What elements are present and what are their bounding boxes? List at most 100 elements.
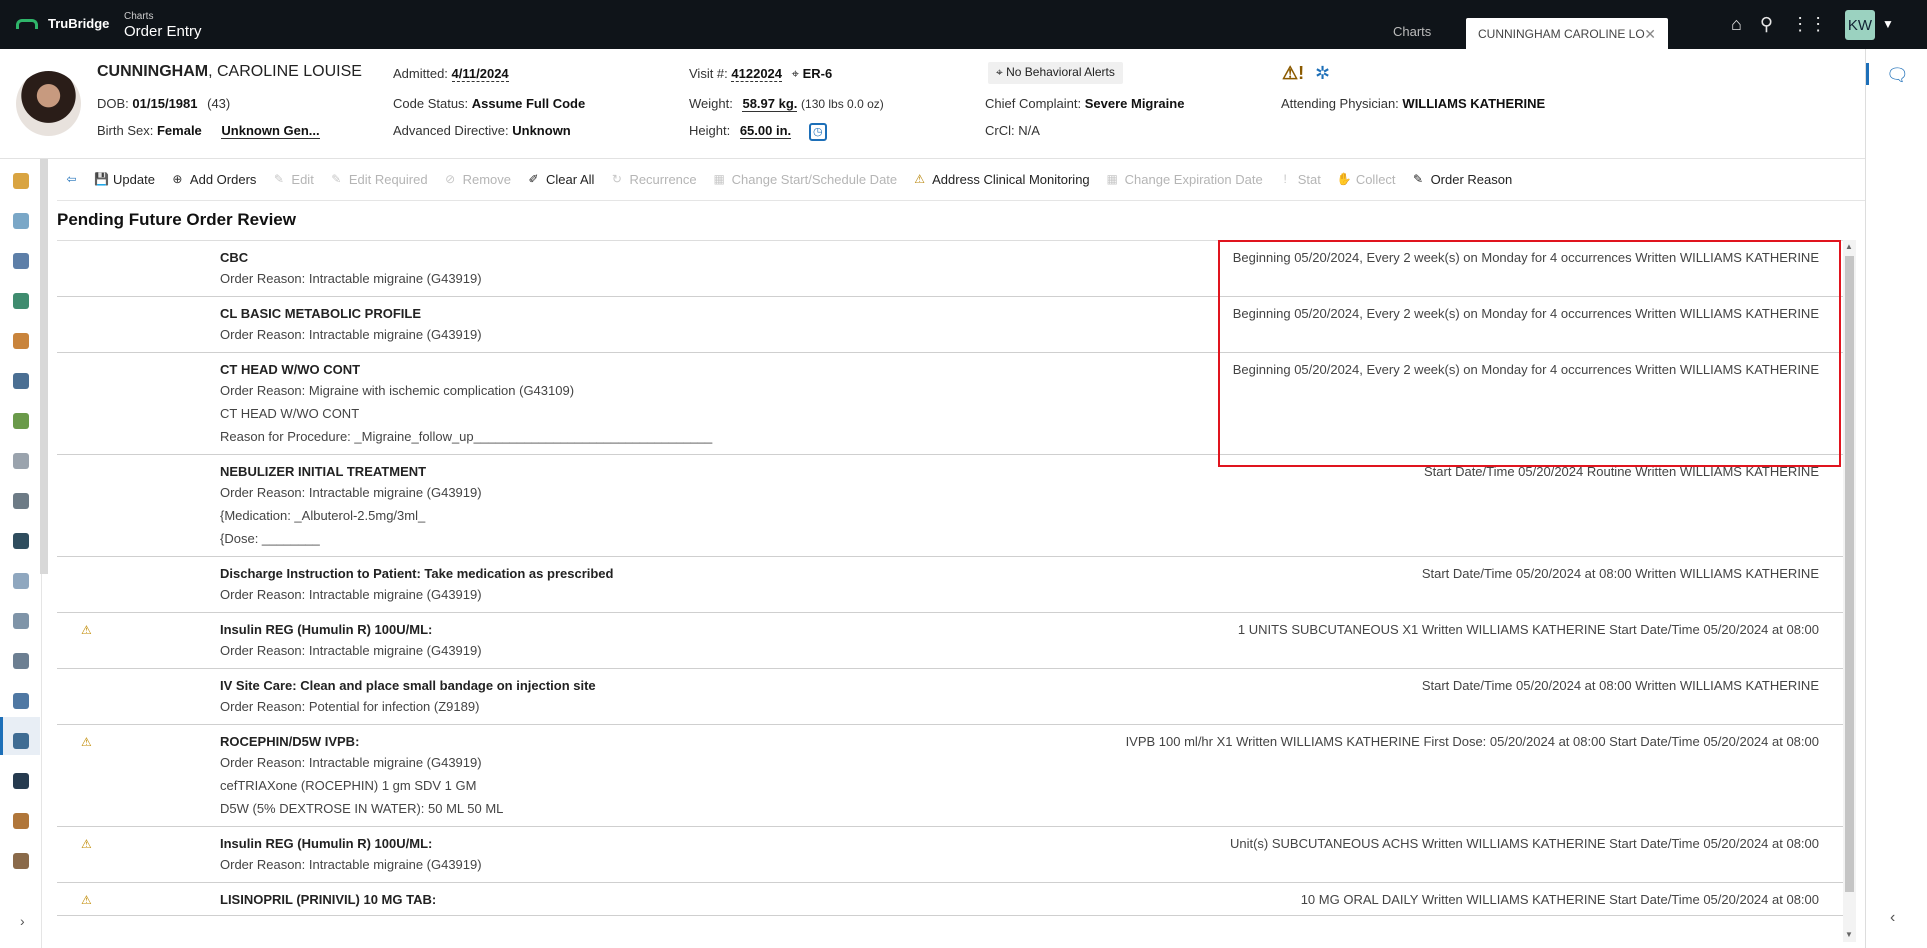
- rail-summary-icon[interactable]: [13, 173, 29, 189]
- rail-labs-icon[interactable]: [13, 213, 29, 229]
- collect-button[interactable]: ✋ Collect: [1329, 172, 1404, 187]
- rail-results-icon[interactable]: [13, 413, 29, 429]
- order-row[interactable]: ⚠ Insulin REG (Humulin R) 100U/ML: Order R…: [57, 827, 1843, 883]
- order-row[interactable]: ⚠ ROCEPHIN/D5W IVPB: Order Reason: Intract…: [57, 725, 1843, 827]
- clinical-warning-icon[interactable]: ⚠: [81, 735, 92, 749]
- remove-label: Remove: [462, 172, 512, 187]
- home-icon[interactable]: ⌂: [1731, 14, 1742, 35]
- close-tab-icon[interactable]: ✕: [1644, 26, 1656, 43]
- user-avatar[interactable]: KW: [1845, 10, 1875, 40]
- orders-scrollbar[interactable]: ▲ ▼: [1843, 240, 1856, 942]
- add-orders-button[interactable]: ⊕ Add Orders: [163, 172, 264, 187]
- birth-sex-value: Female: [156, 123, 202, 138]
- calendar-expire-icon: ▦: [1106, 172, 1118, 186]
- order-row[interactable]: NEBULIZER INITIAL TREATMENT Order Reason:…: [57, 455, 1843, 557]
- order-schedule: Unit(s) SUBCUTANEOUS ACHS Written WILLIA…: [1229, 836, 1819, 851]
- remove-button[interactable]: ⊘ Remove: [436, 172, 519, 187]
- rail-notes-icon[interactable]: [13, 253, 29, 269]
- isolation-icon[interactable]: ✲: [1315, 63, 1337, 85]
- order-reason-label: Order Reason: [1430, 172, 1513, 187]
- rail-order-entry-icon[interactable]: [13, 733, 29, 749]
- clinical-warning-icon[interactable]: ⚠: [81, 623, 92, 637]
- visit-field: Visit #: 4122024 ⌖ ER-6: [689, 66, 832, 82]
- edit-required-button[interactable]: ✎ Edit Required: [322, 172, 436, 187]
- order-row[interactable]: Discharge Instruction to Patient: Take m…: [57, 557, 1843, 613]
- left-rail-scrollbar[interactable]: [40, 159, 48, 574]
- order-detail-line: Order Reason: Intractable migraine (G439…: [220, 271, 482, 286]
- rail-care-plan-icon[interactable]: [13, 853, 29, 869]
- behavioral-alerts-pill[interactable]: ⌖ No Behavioral Alerts: [988, 62, 1123, 84]
- height-value[interactable]: 65.00 in.: [739, 123, 792, 139]
- apps-grid-icon[interactable]: ⋮⋮: [1791, 14, 1827, 35]
- order-detail-line: {Medication: _Albuterol-2.5mg/3ml_: [220, 508, 426, 523]
- rail-documents-icon[interactable]: [13, 573, 29, 589]
- weight-value[interactable]: 58.97 kg.: [742, 96, 798, 112]
- dob-label: DOB:: [97, 96, 129, 111]
- update-button[interactable]: 💾 Update: [86, 172, 163, 187]
- clinical-warning-icon[interactable]: ⚠: [81, 893, 92, 907]
- rail-reports-icon[interactable]: [13, 653, 29, 669]
- clinical-warning-icon[interactable]: ⚠: [81, 837, 92, 851]
- collapse-right-rail-icon[interactable]: ‹: [1890, 909, 1895, 927]
- tab-patient-chart[interactable]: CUNNINGHAM CAROLINE LO ✕: [1466, 18, 1668, 49]
- patient-first-names: , CAROLINE LOUISE: [208, 63, 362, 80]
- section-title: Pending Future Order Review: [57, 210, 296, 229]
- edit-button[interactable]: ✎ Edit: [264, 172, 321, 187]
- order-row[interactable]: ⚠ Insulin REG (Humulin R) 100U/ML: Order R…: [57, 613, 1843, 669]
- stat-button[interactable]: ! Stat: [1271, 172, 1329, 187]
- order-schedule: Start Date/Time 05/20/2024 at 08:00 Writ…: [1421, 566, 1819, 581]
- allergy-warning-icon[interactable]: ⚠!: [1282, 63, 1304, 85]
- rail-imaging-icon[interactable]: [13, 533, 29, 549]
- expand-left-rail-icon[interactable]: ›: [20, 913, 25, 929]
- change-start-schedule-date-button[interactable]: ▦ Change Start/Schedule Date: [705, 172, 906, 187]
- order-row[interactable]: ⚠ LISINOPRIL (PRINIVIL) 10 MG TAB: 10 MG O…: [57, 883, 1843, 916]
- patient-name: CUNNINGHAM, CAROLINE LOUISE: [97, 63, 362, 81]
- visit-label: Visit #:: [689, 66, 728, 81]
- height-label: Height:: [689, 123, 731, 138]
- clear-all-label: Clear All: [546, 172, 595, 187]
- clear-all-button[interactable]: ✐ Clear All: [519, 172, 602, 187]
- gender-value[interactable]: Unknown Gen...: [221, 123, 320, 139]
- order-row[interactable]: IV Site Care: Clean and place small band…: [57, 669, 1843, 725]
- rail-attachments-icon[interactable]: [13, 693, 29, 709]
- order-row[interactable]: CBC Order Reason: Intractable migraine (G…: [57, 241, 1843, 297]
- recurrence-button[interactable]: ↻ Recurrence: [602, 172, 704, 187]
- chief-complaint-label: Chief Complaint:: [985, 96, 1082, 111]
- dob-value: 01/15/1981: [132, 96, 198, 111]
- user-menu-caret-icon[interactable]: ▼: [1882, 17, 1894, 31]
- back-button[interactable]: ⇦: [57, 173, 86, 186]
- rail-orders-icon[interactable]: [13, 373, 29, 389]
- calendar-icon: ▦: [713, 172, 725, 186]
- rail-meds-icon[interactable]: [13, 333, 29, 349]
- module-title: Order Entry: [124, 23, 202, 40]
- edit-required-label: Edit Required: [348, 172, 428, 187]
- change-expiration-date-label: Change Expiration Date: [1124, 172, 1263, 187]
- advanced-directive-field: Advanced Directive: Unknown: [393, 123, 571, 138]
- rail-procedures-icon[interactable]: [13, 453, 29, 469]
- scrollbar-thumb[interactable]: [1845, 256, 1854, 892]
- rail-vitals-icon[interactable]: [13, 293, 29, 309]
- admitted-value[interactable]: 4/11/2024: [451, 66, 509, 82]
- order-reason-button[interactable]: ✎ Order Reason: [1404, 172, 1521, 187]
- change-expiration-date-button[interactable]: ▦ Change Expiration Date: [1098, 172, 1271, 187]
- rail-help-icon[interactable]: [13, 773, 29, 789]
- rail-history-icon[interactable]: [13, 813, 29, 829]
- order-schedule: Start Date/Time 05/20/2024 Routine Writt…: [1424, 464, 1819, 479]
- search-icon[interactable]: ⚲: [1760, 14, 1773, 35]
- order-row[interactable]: CL BASIC METABOLIC PROFILE Order Reason: …: [57, 297, 1843, 353]
- order-schedule: 10 MG ORAL DAILY Written WILLIAMS KATHER…: [1300, 892, 1819, 907]
- measure-icon[interactable]: ◷: [808, 123, 827, 141]
- scroll-down-icon[interactable]: ▼: [1845, 930, 1853, 939]
- address-clinical-monitoring-button[interactable]: ⚠ Address Clinical Monitoring: [905, 172, 1098, 187]
- order-row[interactable]: CT HEAD W/WO CONT Order Reason: Migraine …: [57, 353, 1843, 455]
- scroll-up-icon[interactable]: ▲: [1845, 242, 1853, 251]
- remove-icon: ⊘: [445, 172, 456, 186]
- top-icons: ⌂ ⚲ ⋮⋮: [1731, 14, 1827, 35]
- rail-nursing-icon[interactable]: [13, 493, 29, 509]
- visit-value[interactable]: 4122024: [731, 66, 783, 82]
- tab-charts[interactable]: Charts: [1393, 24, 1431, 39]
- app-logo[interactable]: TruBridge: [16, 16, 109, 31]
- rail-forms-icon[interactable]: [13, 613, 29, 629]
- order-detail-line: Order Reason: Intractable migraine (G439…: [220, 857, 482, 872]
- chat-icon[interactable]: 🗨: [1886, 65, 1909, 86]
